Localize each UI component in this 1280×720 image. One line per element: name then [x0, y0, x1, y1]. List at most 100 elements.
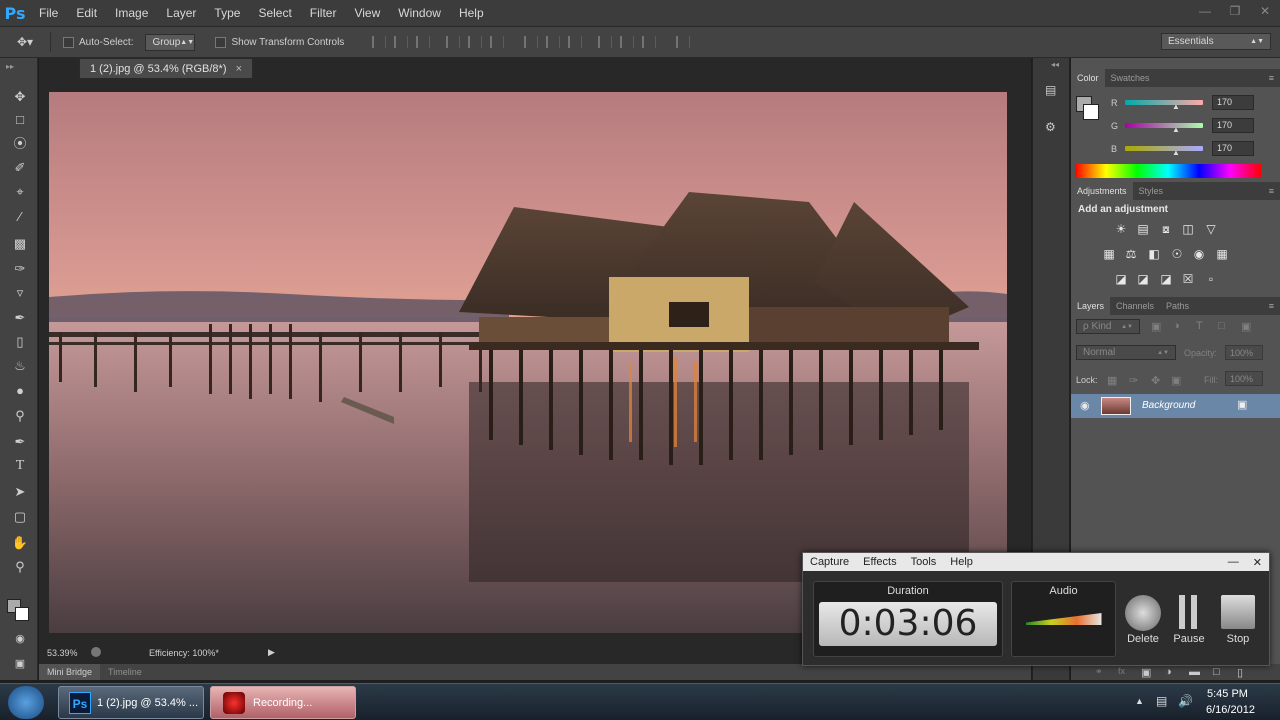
collapse-icon[interactable]: ▸▸ — [6, 62, 14, 71]
align-left-icon[interactable] — [446, 36, 461, 48]
distribute-hcenter-icon[interactable] — [620, 36, 635, 48]
new-adjustment-layer-icon[interactable]: ◑ — [1165, 666, 1172, 678]
b-slider[interactable] — [1125, 146, 1203, 151]
auto-select-dropdown[interactable]: Group ▲▼ — [145, 33, 196, 51]
stop-icon[interactable] — [1221, 595, 1255, 629]
status-info-icon[interactable] — [91, 647, 101, 657]
menu-type[interactable]: Type — [205, 0, 249, 26]
panel-menu-icon[interactable]: ≡ — [1269, 301, 1274, 311]
fill-input[interactable]: 100% — [1225, 371, 1263, 386]
distribute-left-icon[interactable] — [598, 36, 613, 48]
g-slider-handle-icon[interactable]: ▲ — [1172, 125, 1180, 134]
menu-window[interactable]: Window — [389, 0, 450, 26]
menu-select[interactable]: Select — [249, 0, 300, 26]
background-color-swatch[interactable] — [15, 607, 29, 621]
align-bottom-icon[interactable] — [416, 36, 431, 48]
audio-level-meter[interactable] — [1025, 613, 1102, 625]
menu-help[interactable]: Help — [450, 0, 493, 26]
blend-mode-dropdown[interactable]: Normal ▲▼ — [1076, 345, 1176, 360]
recorder-menu-help[interactable]: Help — [943, 556, 980, 568]
menu-image[interactable]: Image — [106, 0, 157, 26]
pause-label[interactable]: Pause — [1172, 633, 1206, 645]
link-layers-icon[interactable]: ⚭ — [1095, 666, 1103, 677]
recorder-minimize-icon[interactable]: — — [1221, 556, 1246, 568]
panel-menu-icon[interactable]: ≡ — [1269, 73, 1274, 83]
photo-filter-icon[interactable]: ☉ — [1170, 247, 1184, 261]
tab-paths[interactable]: Paths — [1160, 297, 1195, 315]
crop-tool-icon[interactable]: ⌖ — [10, 182, 30, 202]
quick-mask-icon[interactable]: ◉ — [10, 629, 30, 649]
status-arrow-icon[interactable]: ▶ — [268, 647, 275, 658]
pause-icon-bar[interactable] — [1191, 595, 1197, 629]
layer-name[interactable]: Background — [1142, 400, 1195, 411]
restore-button[interactable]: ❐ — [1220, 0, 1250, 22]
gradient-map-icon[interactable]: ☒ — [1181, 272, 1195, 286]
healing-brush-icon[interactable]: ▩ — [10, 234, 30, 254]
paint-bucket-icon[interactable]: ♨ — [10, 356, 30, 376]
document-tab[interactable]: 1 (2).jpg @ 53.4% (RGB/8*) × — [79, 58, 253, 78]
curves-icon[interactable]: ⧇ — [1159, 222, 1173, 236]
recorder-menu-effects[interactable]: Effects — [856, 556, 903, 568]
properties-panel-icon[interactable]: ⚙ — [1045, 120, 1056, 134]
clock-time[interactable]: 5:45 PM — [1207, 688, 1248, 700]
recorder-menu-capture[interactable]: Capture — [803, 556, 856, 568]
opacity-input[interactable]: 100% — [1225, 345, 1263, 360]
hand-tool-icon[interactable]: ✋ — [10, 533, 30, 553]
menu-view[interactable]: View — [345, 0, 389, 26]
workspace-dropdown[interactable]: Essentials ▲▼ — [1161, 33, 1271, 50]
g-value-input[interactable]: 170 — [1212, 118, 1254, 133]
color-spectrum-bar[interactable] — [1075, 164, 1261, 178]
clock-date[interactable]: 6/16/2012 — [1206, 704, 1255, 716]
close-tab-icon[interactable]: × — [236, 63, 242, 75]
filter-shape-icon[interactable]: □ — [1218, 320, 1225, 332]
r-slider-handle-icon[interactable]: ▲ — [1172, 102, 1180, 111]
vibrance-icon[interactable]: ▽ — [1204, 222, 1218, 236]
lock-image-icon[interactable]: ✑ — [1129, 374, 1138, 387]
tab-swatches[interactable]: Swatches — [1105, 69, 1156, 87]
delete-label[interactable]: Delete — [1125, 633, 1161, 645]
hue-saturation-icon[interactable]: ▦ — [1102, 247, 1116, 261]
menu-filter[interactable]: Filter — [301, 0, 346, 26]
filter-pixel-icon[interactable]: ▣ — [1151, 320, 1161, 333]
lock-transparent-icon[interactable]: ▦ — [1107, 374, 1117, 387]
selective-color-icon[interactable]: ▫ — [1204, 272, 1218, 286]
history-brush-icon[interactable]: ✒ — [10, 308, 30, 328]
blur-tool-icon[interactable]: ● — [10, 381, 30, 401]
delete-recording-icon[interactable] — [1125, 595, 1161, 631]
recorder-close-icon[interactable]: ✕ — [1246, 556, 1269, 569]
taskbar-photoshop[interactable]: Ps 1 (2).jpg @ 53.4% ... — [58, 686, 204, 719]
align-vcenter-icon[interactable] — [394, 36, 409, 48]
eraser-tool-icon[interactable]: ▯ — [10, 332, 30, 352]
recorder-menu-tools[interactable]: Tools — [904, 556, 944, 568]
stop-label[interactable]: Stop — [1221, 633, 1255, 645]
path-select-icon[interactable]: ➤ — [10, 482, 30, 502]
align-right-icon[interactable] — [490, 36, 505, 48]
black-white-icon[interactable]: ◧ — [1147, 247, 1161, 261]
tab-adjustments[interactable]: Adjustments — [1071, 182, 1133, 200]
move-tool-icon[interactable]: ✥ — [10, 87, 30, 107]
lasso-tool-icon[interactable]: ⦿ — [10, 134, 30, 154]
trash-icon[interactable]: ▯ — [1237, 666, 1243, 679]
taskbar-recording[interactable]: Recording... — [210, 686, 356, 719]
new-layer-icon[interactable]: □ — [1213, 666, 1220, 678]
marquee-tool-icon[interactable]: □ — [10, 110, 30, 130]
quick-select-tool-icon[interactable]: ✐ — [10, 158, 30, 178]
fx-icon[interactable]: fx — [1118, 666, 1125, 676]
tab-channels[interactable]: Channels — [1110, 297, 1160, 315]
tab-layers[interactable]: Layers — [1071, 297, 1111, 315]
screen-mode-icon[interactable]: ▣ — [10, 654, 30, 674]
auto-select-checkbox[interactable] — [63, 36, 74, 48]
auto-align-icon[interactable] — [676, 36, 691, 48]
pen-tool-icon[interactable]: ✒ — [10, 432, 30, 452]
distribute-top-icon[interactable] — [524, 36, 539, 48]
r-slider[interactable] — [1125, 100, 1203, 105]
type-tool-icon[interactable]: T — [10, 456, 30, 476]
add-mask-icon[interactable]: ▣ — [1141, 666, 1151, 679]
new-group-icon[interactable]: ▬ — [1189, 666, 1200, 678]
brush-tool-icon[interactable]: ✑ — [10, 259, 30, 279]
lock-all-icon[interactable]: ▣ — [1171, 374, 1181, 387]
clone-stamp-icon[interactable]: ▿ — [10, 283, 30, 303]
minimize-button[interactable]: — — [1190, 0, 1220, 22]
exposure-icon[interactable]: ◫ — [1181, 222, 1195, 236]
threshold-icon[interactable]: ◪ — [1159, 272, 1173, 286]
